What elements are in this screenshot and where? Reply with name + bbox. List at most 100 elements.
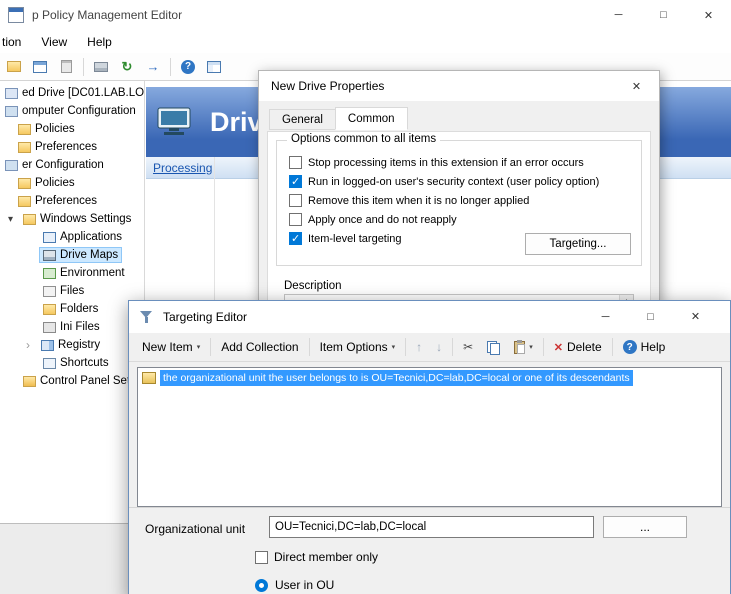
tree-item-label: Control Panel Sett [40, 375, 133, 387]
new-item-button[interactable]: New Item▾ [135, 337, 207, 357]
tree-item-drive-maps[interactable]: Drive Maps [0, 246, 144, 264]
tree-item-ini-files[interactable]: Ini Files [0, 318, 144, 336]
caption-buttons: ─ □ ✕ [583, 301, 718, 332]
targeting-editor-dialog: Targeting Editor ─ □ ✕ New Item▾ Add Col… [128, 300, 731, 594]
tree-item-applications[interactable]: Applications [0, 228, 144, 246]
item-options-button[interactable]: Item Options▾ [313, 337, 403, 357]
checkbox[interactable] [289, 175, 302, 188]
print-button[interactable] [89, 55, 113, 79]
browse-button[interactable]: ... [603, 516, 687, 538]
paste-button[interactable]: ▾ [507, 338, 540, 357]
organizational-unit-input[interactable] [269, 516, 594, 538]
tree-item-label: omputer Configuration [22, 105, 136, 117]
option-run-in-user-context[interactable]: Run in logged-on user's security context… [289, 172, 633, 191]
refresh-button[interactable]: ↻ [115, 55, 139, 79]
close-button[interactable]: ✕ [673, 301, 718, 332]
tree-item-preferences-computer[interactable]: Preferences [0, 138, 144, 156]
option-apply-once[interactable]: Apply once and do not reapply [289, 210, 633, 229]
window-title: p Policy Management Editor [32, 8, 182, 22]
direct-member-only-option[interactable]: Direct member only [255, 550, 378, 564]
tree-item-policies-computer[interactable]: Policies [0, 120, 144, 138]
organizational-unit-item-icon [142, 372, 156, 384]
targeting-item[interactable]: the organizational unit the user belongs… [140, 369, 719, 387]
copy-button[interactable] [480, 338, 507, 357]
organizational-unit-label: Organizational unit [145, 522, 245, 536]
environment-icon [43, 268, 56, 279]
targeting-button[interactable]: Targeting... [525, 233, 631, 255]
tree-item-registry[interactable]: › Registry [0, 336, 144, 354]
processing-link[interactable]: Processing [153, 161, 212, 175]
tree-item-user-configuration[interactable]: er Configuration [0, 156, 144, 174]
cut-button[interactable]: ✂ [456, 338, 480, 356]
move-down-button[interactable]: ↓ [429, 337, 449, 357]
user-in-ou-option[interactable]: User in OU [255, 578, 334, 592]
help-toolbar-button[interactable]: ? [176, 55, 200, 79]
up-one-level-button[interactable] [2, 55, 26, 79]
user-config-icon [5, 160, 18, 171]
option-stop-processing[interactable]: Stop processing items in this extension … [289, 153, 633, 172]
checkbox[interactable] [289, 156, 302, 169]
folder-up-icon [7, 61, 21, 72]
column-divider [214, 157, 215, 317]
drive-properties-titlebar: New Drive Properties ✕ [259, 71, 659, 101]
tree-item-policies-user[interactable]: Policies [0, 174, 144, 192]
add-collection-button[interactable]: Add Collection [214, 337, 305, 357]
menu-view[interactable]: View [31, 30, 77, 53]
tab-common[interactable]: Common [335, 107, 408, 130]
option-remove-when-not-applied[interactable]: Remove this item when it is no longer ap… [289, 191, 633, 210]
tab-general[interactable]: General [269, 109, 336, 130]
clipboard-icon [61, 60, 72, 73]
radio-button[interactable] [255, 579, 268, 592]
maximize-button[interactable]: □ [641, 0, 686, 30]
tree-item-windows-settings[interactable]: ▾Windows Settings [0, 210, 144, 228]
close-button[interactable]: ✕ [686, 0, 731, 30]
expand-arrow-icon[interactable]: ▾ [8, 214, 20, 225]
help-button[interactable]: ?Help [616, 337, 673, 357]
minimize-button[interactable]: ─ [596, 0, 641, 30]
show-console-tree-button[interactable] [28, 55, 52, 79]
tree-item-label: Files [60, 285, 84, 297]
tree-item-preferences-user[interactable]: Preferences [0, 192, 144, 210]
tree-item-label: Preferences [35, 195, 97, 207]
registry-icon [41, 340, 54, 351]
tree-item-folders[interactable]: Folders [0, 300, 144, 318]
checkbox[interactable] [289, 213, 302, 226]
maximize-button[interactable]: □ [628, 301, 673, 332]
gpo-icon [5, 88, 18, 99]
ini-files-icon [43, 322, 56, 333]
move-up-button[interactable]: ↑ [409, 337, 429, 357]
tree-item-control-panel-settings[interactable]: Control Panel Sett [0, 372, 144, 390]
tree-item-label: Environment [60, 267, 125, 279]
tree-item-label: Shortcuts [60, 357, 109, 369]
close-dialog-button[interactable]: ✕ [614, 71, 659, 101]
option-label: Stop processing items in this extension … [308, 157, 584, 169]
tree-item-shortcuts[interactable]: Shortcuts [0, 354, 144, 372]
menu-help[interactable]: Help [77, 30, 122, 53]
dropdown-arrow-icon: ▾ [529, 343, 533, 351]
tree-item-computer-configuration[interactable]: omputer Configuration [0, 102, 144, 120]
up-arrow-icon: ↑ [416, 340, 422, 354]
export-list-button[interactable]: → [141, 55, 165, 79]
tree-item-environment[interactable]: Environment [0, 264, 144, 282]
applications-icon [43, 232, 56, 243]
option-label: Item-level targeting [308, 233, 402, 245]
menu-action[interactable]: tion [0, 30, 31, 53]
toolbar-separator [309, 338, 310, 356]
table-view-button[interactable] [202, 55, 226, 79]
collapse-chevron-icon[interactable]: › [26, 338, 38, 352]
tree-item-files[interactable]: Files [0, 282, 144, 300]
checkbox[interactable] [289, 194, 302, 207]
clipboard-button[interactable] [54, 55, 78, 79]
tree-bottom-panel [0, 523, 145, 594]
minimize-button[interactable]: ─ [583, 301, 628, 332]
checkbox[interactable] [289, 232, 302, 245]
toolbar-separator [170, 58, 171, 76]
tree-item-mapped-drive-gpo[interactable]: ed Drive [DC01.LAB.LOCA [0, 84, 144, 102]
checkbox[interactable] [255, 551, 268, 564]
delete-button[interactable]: ✕Delete [547, 337, 609, 357]
tree-item-label: Registry [58, 339, 100, 351]
caption-buttons: ─ □ ✕ [596, 0, 731, 30]
table-view-icon [207, 61, 221, 73]
button-label: Item Options [320, 340, 388, 354]
targeting-item-text: the organizational unit the user belongs… [160, 370, 633, 386]
